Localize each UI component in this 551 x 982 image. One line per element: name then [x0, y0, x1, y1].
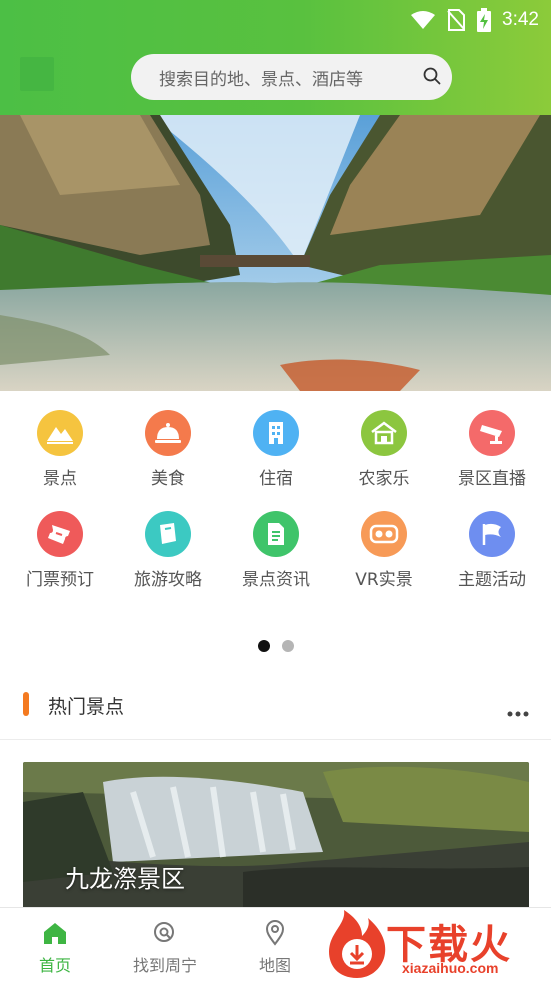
- status-bar: 3:42: [0, 0, 551, 40]
- category-farmhouse[interactable]: 农家乐: [330, 400, 438, 490]
- flag-icon: [469, 511, 515, 557]
- grid-page-indicator: [0, 640, 551, 652]
- tab-discover[interactable]: 找到周宁: [110, 908, 220, 982]
- tab-label: 首页: [38, 956, 71, 975]
- search-placeholder: 搜索目的地、景点、酒店等: [159, 69, 363, 90]
- hotel-building-icon: [253, 410, 299, 456]
- no-sim-icon: [446, 9, 466, 31]
- map-pin-icon: [262, 920, 288, 946]
- ticket-icon: [37, 511, 83, 557]
- banner-image: [0, 115, 551, 391]
- camera-icon: [469, 410, 515, 456]
- vr-goggles-icon: [361, 511, 407, 557]
- category-label: 景点: [43, 469, 77, 489]
- category-activities[interactable]: 主题活动: [438, 501, 546, 591]
- guidebook-icon: [145, 511, 191, 557]
- category-label: 住宿: [259, 469, 293, 489]
- category-label: 美食: [151, 469, 185, 489]
- category-label: VR实景: [355, 570, 413, 590]
- category-label: 门票预订: [26, 570, 94, 590]
- category-label: 主题活动: [458, 570, 526, 590]
- divider: [0, 739, 551, 740]
- category-vr[interactable]: VR实景: [330, 501, 438, 591]
- category-hotel[interactable]: 住宿: [222, 400, 330, 490]
- wifi-icon: [410, 10, 436, 30]
- search-input[interactable]: 搜索目的地、景点、酒店等: [131, 54, 452, 100]
- banner-carousel[interactable]: [0, 115, 551, 391]
- page-dot[interactable]: [282, 640, 294, 652]
- tab-home[interactable]: 首页: [0, 908, 110, 982]
- farmhouse-icon: [361, 410, 407, 456]
- spot-name: 九龙漈景区: [65, 865, 185, 893]
- watermark-logo: 下载火 xiazaihuo.com: [322, 906, 551, 981]
- category-tickets[interactable]: 门票预订: [6, 501, 114, 591]
- category-label: 景区直播: [458, 469, 526, 489]
- search-icon[interactable]: [422, 66, 442, 90]
- category-label: 景点资讯: [242, 570, 310, 590]
- hot-spots-header: 热门景点: [0, 680, 551, 730]
- category-live[interactable]: 景区直播: [438, 400, 546, 490]
- category-row: 景点 美食 住宿 农家乐 景区直播: [0, 400, 551, 490]
- discover-search-icon: [152, 920, 178, 946]
- status-time: 3:42: [502, 9, 539, 30]
- news-document-icon: [253, 511, 299, 557]
- app-header: 3:42 搜索目的地、景点、酒店等: [0, 0, 551, 115]
- flame-logo-icon: [329, 910, 386, 978]
- scenic-mountain-icon: [37, 410, 83, 456]
- food-dome-icon: [145, 410, 191, 456]
- category-scenic[interactable]: 景点: [6, 400, 114, 490]
- category-news[interactable]: 景点资讯: [222, 501, 330, 591]
- menu-button[interactable]: [20, 57, 54, 91]
- section-title: 热门景点: [48, 696, 125, 718]
- tab-label: 地图: [258, 956, 291, 975]
- watermark-url: xiazaihuo.com: [402, 960, 499, 976]
- category-label: 旅游攻略: [134, 570, 202, 590]
- hot-spot-card[interactable]: 九龙漈景区: [23, 762, 529, 912]
- section-accent-bar: [23, 692, 29, 716]
- page-dot-active[interactable]: [258, 640, 270, 652]
- category-food[interactable]: 美食: [114, 400, 222, 490]
- tab-map[interactable]: 地图: [220, 908, 330, 982]
- category-guides[interactable]: 旅游攻略: [114, 501, 222, 591]
- category-row: 门票预订 旅游攻略 景点资讯 VR实景 主题活动: [0, 501, 551, 591]
- tab-label: 找到周宁: [132, 956, 197, 975]
- battery-charging-icon: [476, 8, 492, 32]
- home-icon: [42, 920, 68, 946]
- category-label: 农家乐: [358, 469, 410, 489]
- more-icon[interactable]: [507, 702, 529, 721]
